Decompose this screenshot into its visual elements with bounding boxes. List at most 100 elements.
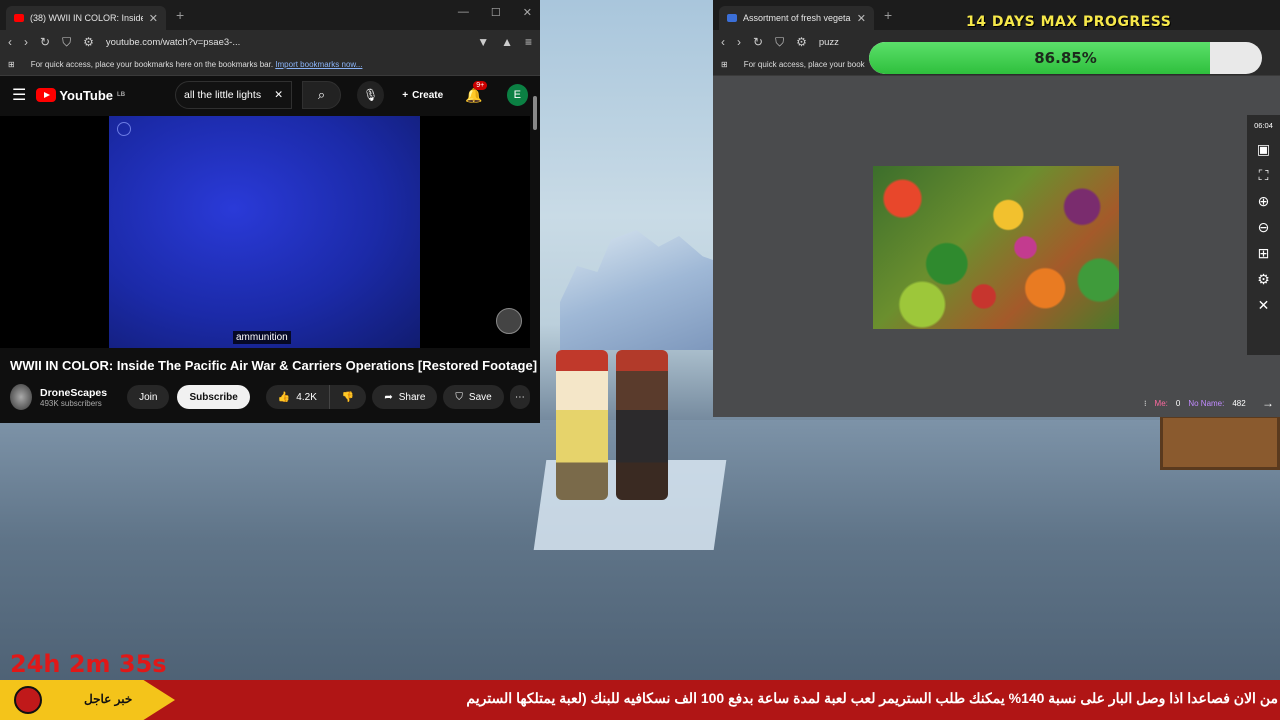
notification-badge: 9+ [473, 80, 488, 90]
youtube-header: ☰ YouTube LB all the little lights ✕ ⌕ 🎙… [0, 76, 540, 114]
back-icon[interactable]: ‹ [8, 35, 12, 49]
minimize-icon[interactable]: — [458, 6, 469, 19]
search-icon: ⌕ [317, 87, 326, 102]
clear-search-icon[interactable]: ✕ [274, 89, 283, 101]
arrow-right-icon[interactable]: → [1262, 396, 1274, 410]
zoom-out-icon[interactable]: ⊖ [1258, 220, 1270, 234]
tab-title: (38) WWII IN COLOR: Inside T [30, 13, 143, 23]
forward-icon[interactable]: › [24, 35, 28, 49]
search-button[interactable]: ⌕ [302, 81, 342, 109]
import-bookmarks-link[interactable]: Import bookmarks now... [275, 60, 362, 69]
more-actions-icon[interactable]: ⋯ [509, 385, 530, 409]
reload-icon[interactable]: ↻ [40, 35, 50, 49]
image-preview-icon[interactable]: ▣ [1257, 142, 1270, 156]
forward-icon[interactable]: › [737, 35, 741, 49]
titlebar: (38) WWII IN COLOR: Inside T ✕ + — ☐ ✕ [0, 0, 540, 30]
url-input[interactable]: youtube.com/watch?v=psae3-... [106, 37, 465, 48]
rewards-icon[interactable]: ▲ [501, 35, 513, 49]
site-settings-icon[interactable]: ⚙ [796, 35, 807, 49]
progress-bar: 86.85% [869, 42, 1262, 74]
maximize-icon[interactable]: ☐ [491, 6, 501, 19]
bookmarks-hint: For quick access, place your book [743, 60, 865, 69]
voice-search-button[interactable]: 🎙 [357, 81, 385, 109]
caption-text: ammunition [233, 331, 291, 344]
close-tab-icon[interactable]: ✕ [149, 12, 158, 25]
join-button[interactable]: Join [127, 385, 170, 409]
scrollbar[interactable] [532, 90, 538, 420]
me-value: 0 [1175, 398, 1181, 408]
settings-icon[interactable]: ⚙ [1257, 272, 1270, 286]
youtube-logo-text: YouTube [59, 87, 114, 103]
dislike-button[interactable]: 👎 [328, 385, 367, 409]
channel-info: DroneScapes 493K subscribers [40, 387, 107, 408]
youtube-watch-page: ammunition WWII IN COLOR: Inside The Pac… [0, 114, 540, 423]
wooden-crate [1160, 415, 1280, 470]
progress-percent: 86.85% [1034, 49, 1097, 67]
breaking-news-label: خبر عاجل [84, 692, 133, 706]
window-controls: — ☐ ✕ [458, 6, 532, 19]
back-icon[interactable]: ‹ [721, 35, 725, 49]
share-button[interactable]: ➦ Share [372, 385, 438, 409]
subscriber-count: 493K subscribers [40, 398, 102, 408]
search-input[interactable]: all the little lights ✕ [175, 81, 293, 109]
youtube-favicon-icon [14, 14, 24, 22]
player-stats: ⁝ Me: 0 No Name: 482 → [1140, 389, 1280, 417]
save-button[interactable]: ⛉ Save [443, 385, 504, 409]
like-button[interactable]: 👍 4.2K [265, 385, 329, 409]
close-icon[interactable]: ✕ [1258, 298, 1270, 312]
ticker-head: خبر عاجل [0, 680, 175, 720]
grid-icon[interactable]: ⊞ [1258, 246, 1270, 260]
tab-title: Assortment of fresh vegetables [743, 13, 851, 23]
bookmarks-bar: ⊞ For quick access, place your bookmarks… [0, 54, 540, 76]
channel-name[interactable]: DroneScapes [40, 387, 107, 399]
channel-row: DroneScapes 493K subscribers Join Subscr… [10, 382, 530, 412]
player-character-2 [616, 350, 668, 500]
subscribe-button[interactable]: Subscribe [177, 385, 250, 409]
stream-timer: 24h 2m 35s [10, 650, 167, 678]
video-frame[interactable]: ammunition [109, 116, 420, 348]
apps-icon[interactable]: ⊞ [8, 60, 15, 69]
scroll-thumb[interactable] [533, 96, 537, 130]
youtube-logo[interactable]: YouTube LB [36, 88, 125, 103]
like-count: 4.2K [296, 391, 317, 403]
brave-shield-icon[interactable]: ▼ [477, 35, 489, 49]
menu-icon[interactable]: ≡ [525, 35, 532, 49]
save-icon: ⛉ [455, 391, 463, 403]
new-tab-icon[interactable]: + [176, 7, 184, 23]
create-button[interactable]: + Create [402, 90, 443, 101]
player-character-1 [556, 350, 608, 500]
snowy-cliff [560, 230, 730, 350]
players-icon: ⁝ [1144, 398, 1147, 408]
video-player[interactable]: ammunition [0, 116, 530, 348]
new-tab-icon[interactable]: + [884, 7, 892, 23]
bookmark-icon[interactable]: ⛉ [775, 35, 784, 50]
close-window-icon[interactable]: ✕ [523, 6, 532, 19]
site-settings-icon[interactable]: ⚙ [83, 35, 94, 49]
youtube-play-icon [36, 88, 57, 102]
reload-icon[interactable]: ↻ [753, 35, 763, 49]
bookmarks-hint: For quick access, place your bookmarks h… [31, 60, 363, 69]
zoom-in-icon[interactable]: ⊕ [1258, 194, 1270, 208]
noname-value: 482 [1232, 398, 1246, 408]
save-label: Save [468, 391, 492, 403]
avatar[interactable]: E [506, 84, 529, 106]
fullscreen-icon[interactable]: ⛶ [1259, 168, 1269, 182]
apps-icon[interactable]: ⊞ [721, 60, 728, 69]
me-label: Me: [1154, 398, 1168, 408]
thumbs-up-icon: 👍 [277, 391, 291, 403]
ticker-logo-icon [14, 686, 42, 714]
close-tab-icon[interactable]: ✕ [857, 12, 866, 25]
tab-puzzle[interactable]: Assortment of fresh vegetables ✕ [719, 6, 874, 30]
video-title: WWII IN COLOR: Inside The Pacific Air Wa… [10, 358, 538, 373]
channel-avatar[interactable] [10, 384, 32, 410]
channel-watermark-icon[interactable] [496, 308, 522, 334]
notifications-button[interactable]: 🔔 9+ [465, 80, 488, 104]
hamburger-menu-icon[interactable]: ☰ [12, 85, 26, 105]
bookmark-icon[interactable]: ⛉ [62, 35, 71, 50]
create-label: Create [412, 89, 444, 101]
bookmarks-hint-text: For quick access, place your bookmarks h… [30, 60, 274, 69]
address-bar: ‹ › ↻ ⛉ ⚙ youtube.com/watch?v=psae3-... … [0, 30, 540, 54]
puzzle-image[interactable] [873, 166, 1119, 329]
plus-icon: + [402, 89, 409, 101]
tab-youtube[interactable]: (38) WWII IN COLOR: Inside T ✕ [6, 6, 166, 30]
